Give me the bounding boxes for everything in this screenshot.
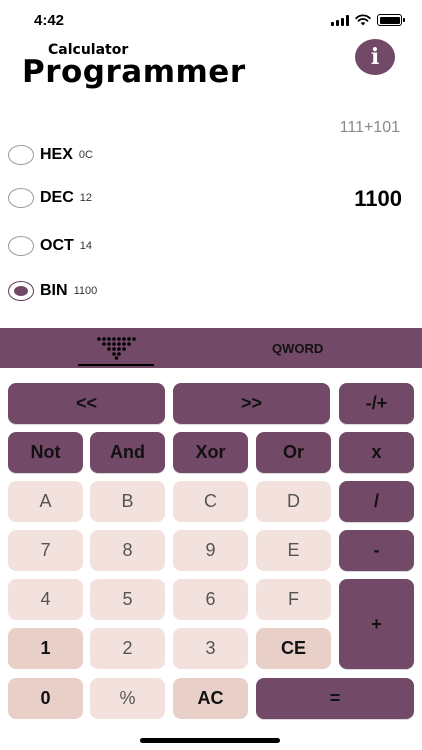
key-1[interactable]: 1 (8, 628, 83, 669)
info-icon: i (370, 44, 380, 70)
battery-icon (377, 14, 405, 26)
all-clear-button[interactable]: AC (173, 678, 248, 719)
key-f[interactable]: F (256, 579, 331, 620)
key-a[interactable]: A (8, 481, 83, 522)
key-b[interactable]: B (90, 481, 165, 522)
radix-value: 12 (79, 192, 93, 204)
key-6[interactable]: 6 (173, 579, 248, 620)
equals-button[interactable]: = (256, 678, 414, 719)
key-9[interactable]: 9 (173, 530, 248, 571)
or-button[interactable]: Or (256, 432, 331, 473)
key-d[interactable]: D (256, 481, 331, 522)
status-bar: 4:42 (0, 0, 422, 40)
multiply-button[interactable]: x (339, 432, 414, 473)
radix-value: 0C (78, 149, 93, 161)
key-2[interactable]: 2 (90, 628, 165, 669)
not-button[interactable]: Not (8, 432, 83, 473)
home-indicator[interactable] (140, 738, 280, 743)
status-icons (331, 14, 405, 26)
radio-dot (14, 286, 28, 296)
right-shift-button[interactable]: >> (173, 383, 330, 424)
radio-button[interactable] (8, 145, 34, 165)
radio-button[interactable] (8, 236, 34, 256)
page-title: Programmer (22, 54, 246, 90)
key-7[interactable]: 7 (8, 530, 83, 571)
active-tab-indicator (78, 364, 154, 366)
radix-value: 1100 (73, 285, 98, 297)
radix-label: HEX (40, 146, 73, 163)
expression-display: 111+101 (339, 119, 400, 136)
key-5[interactable]: 5 (90, 579, 165, 620)
radix-row-hex[interactable]: HEX 0C (8, 143, 93, 167)
key-e[interactable]: E (256, 530, 331, 571)
key-8[interactable]: 8 (90, 530, 165, 571)
bit-keypad-icon[interactable] (95, 336, 137, 360)
wifi-icon (355, 14, 371, 26)
plus-button[interactable]: + (339, 579, 414, 669)
radix-label: OCT (40, 237, 74, 254)
radio-button[interactable] (8, 188, 34, 208)
and-button[interactable]: And (90, 432, 165, 473)
radix-label: BIN (40, 282, 68, 299)
radix-row-bin[interactable]: BIN 1100 (8, 279, 97, 303)
clear-entry-button[interactable]: CE (256, 628, 331, 669)
radix-label: DEC (40, 189, 74, 206)
info-button[interactable]: i (355, 39, 395, 75)
radix-value: 14 (79, 240, 93, 252)
xor-button[interactable]: Xor (173, 432, 248, 473)
tab-qword[interactable]: QWORD (272, 341, 323, 356)
radio-button-selected[interactable] (8, 281, 34, 301)
result-display: 1100 (354, 186, 402, 211)
status-time: 4:42 (34, 12, 65, 29)
left-shift-button[interactable]: << (8, 383, 165, 424)
divide-button[interactable]: / (339, 481, 414, 522)
radix-row-oct[interactable]: OCT 14 (8, 234, 92, 258)
signal-icon (331, 14, 349, 26)
key-4[interactable]: 4 (8, 579, 83, 620)
negate-button[interactable]: -/+ (339, 383, 414, 424)
keypad-tab-bar: QWORD (0, 328, 422, 368)
key-0[interactable]: 0 (8, 678, 83, 719)
radix-row-dec[interactable]: DEC 12 (8, 186, 92, 210)
key-3[interactable]: 3 (173, 628, 248, 669)
key-c[interactable]: C (173, 481, 248, 522)
minus-button[interactable]: - (339, 530, 414, 571)
percent-button[interactable]: % (90, 678, 165, 719)
